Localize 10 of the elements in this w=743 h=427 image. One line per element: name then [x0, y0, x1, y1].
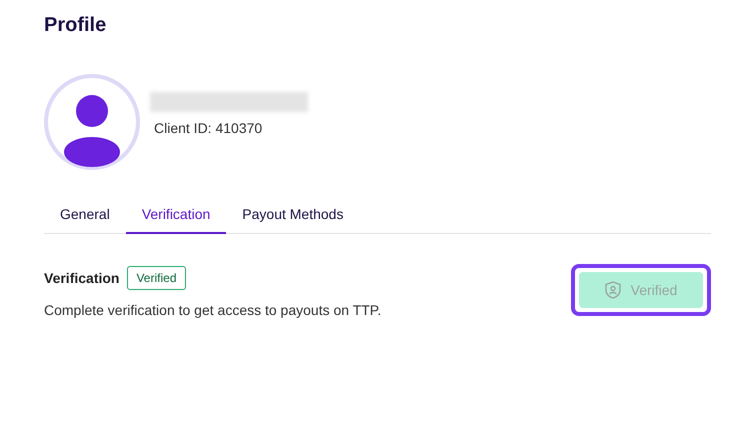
page-title: Profile — [44, 13, 108, 38]
status-badge: Verified — [127, 266, 186, 290]
tab[interactable]: Verification — [126, 196, 226, 234]
verification-description: Complete verification to get access to payouts on TTP. — [44, 301, 382, 320]
tab[interactable]: Payout Methods — [226, 196, 360, 234]
avatar-icon — [44, 74, 140, 170]
tab[interactable]: General — [44, 196, 126, 234]
section-title: Verification — [44, 268, 120, 288]
client-id: Client ID: 410370 — [153, 118, 264, 138]
shield-user-icon — [604, 281, 621, 299]
